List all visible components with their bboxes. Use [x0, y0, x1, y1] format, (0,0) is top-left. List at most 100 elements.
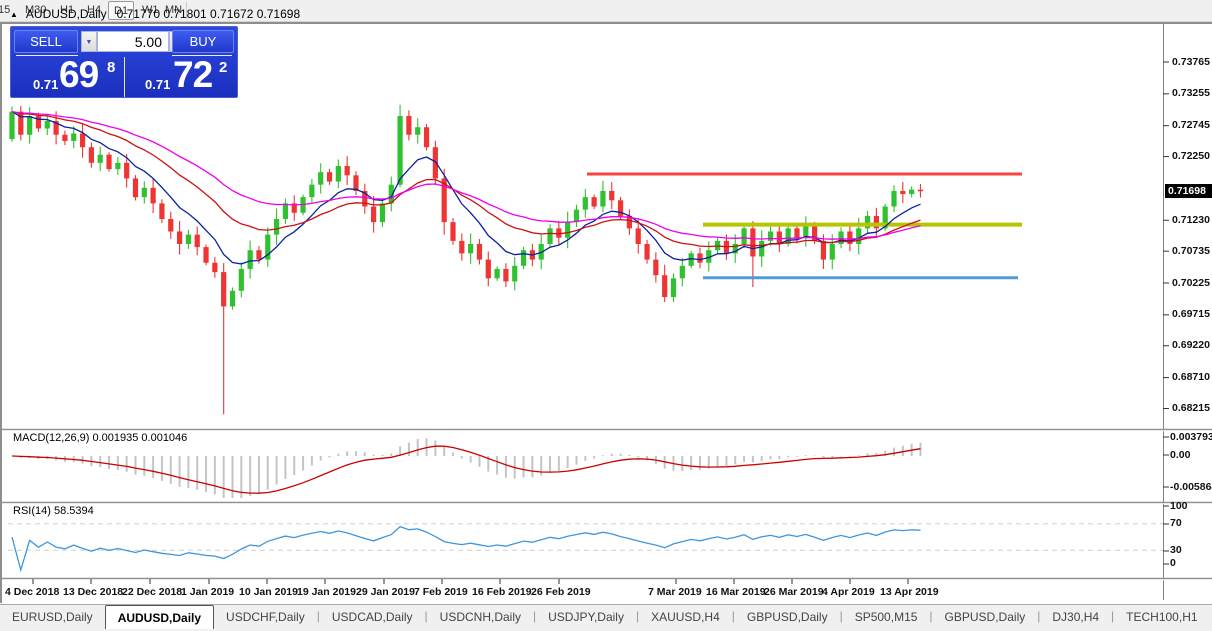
rsi-axis-label: 30	[1170, 544, 1182, 556]
rsi-label: RSI(14) 58.5394	[13, 505, 94, 517]
date-axis-label: 13 Dec 2018	[63, 586, 124, 598]
date-axis-label: 7 Feb 2019	[414, 586, 468, 598]
candle-body	[44, 120, 50, 129]
candle-body	[274, 219, 280, 235]
tab-gbpusd-daily[interactable]: GBPUSD,Daily	[933, 605, 1038, 629]
candle-body	[106, 154, 112, 170]
candle-body	[79, 133, 86, 148]
date-axis-label: 13 Apr 2019	[880, 586, 939, 598]
macd-axis-label: -0.005864	[1170, 481, 1212, 493]
tab-eurusd-daily[interactable]: EURUSD,Daily	[0, 605, 105, 629]
candle-body	[512, 265, 518, 282]
candle-body	[697, 253, 703, 263]
tab-gbpusd-daily[interactable]: GBPUSD,Daily	[735, 605, 840, 629]
candle-body	[476, 243, 483, 260]
sell-price[interactable]: 0.71 69 8	[11, 54, 123, 97]
tab-sp500-m15[interactable]: SP500,M15	[843, 605, 930, 629]
candle-body	[256, 250, 262, 260]
date-axis-label: 7 Mar 2019	[648, 586, 702, 598]
tab-xauusd-h4[interactable]: XAUUSD,H4	[639, 605, 732, 629]
candle-body	[318, 172, 324, 185]
date-axis-label: 10 Jan 2019	[239, 586, 298, 598]
candle-body	[767, 231, 774, 241]
price-axis-label: 0.68710	[1172, 371, 1210, 384]
candle-body	[662, 275, 668, 298]
date-axis-label: 16 Feb 2019	[472, 586, 532, 598]
buy-price-big-digits: 72	[173, 54, 213, 95]
tab-usdcad-daily[interactable]: USDCAD,Daily	[320, 605, 425, 629]
candle-body	[591, 197, 597, 207]
tab-audusd-daily[interactable]: AUDUSD,Daily	[104, 605, 215, 629]
candle-body	[185, 234, 191, 244]
macd-axis-label: 0.00	[1170, 449, 1191, 461]
candle-body	[565, 222, 571, 238]
candle-body	[582, 197, 588, 210]
tab-tech100-h1[interactable]: TECH100,H1	[1114, 605, 1209, 629]
price-axis-label: 0.72250	[1172, 150, 1210, 163]
candle-body	[450, 222, 456, 241]
candle-body	[238, 268, 244, 291]
buy-button[interactable]: BUY	[172, 30, 234, 53]
candle-body	[653, 259, 659, 276]
tab-usdjpy-daily[interactable]: USDJPY,Daily	[536, 605, 636, 629]
candle-body	[150, 187, 156, 204]
candle-body	[71, 133, 77, 141]
candle-body	[326, 172, 333, 182]
price-axis-label: 0.71230	[1172, 213, 1210, 226]
candle-body	[635, 228, 641, 244]
candle-body	[132, 178, 139, 198]
buy-price-prefix: 0.71	[145, 77, 171, 92]
date-axis-label: 1 Jan 2019	[181, 586, 235, 598]
volume-input[interactable]: 5.00	[97, 31, 169, 52]
collapse-indicator-icon[interactable]: ▲	[10, 10, 18, 19]
price-axis-label: 0.72745	[1172, 119, 1210, 132]
sell-price-prefix: 0.71	[33, 77, 59, 92]
sell-price-pip: 8	[107, 59, 116, 76]
candle-body	[785, 228, 791, 244]
candle-body	[9, 111, 15, 140]
candle-body	[547, 228, 553, 244]
rsi-axis-label: 100	[1170, 500, 1188, 512]
candle-body	[176, 231, 183, 244]
date-axis-label: 19 Jan 2019	[297, 586, 356, 598]
candle-body	[820, 240, 827, 260]
price-axis-label: 0.68215	[1172, 401, 1210, 414]
macd-signal-line	[11, 445, 921, 494]
candle-body	[221, 272, 227, 307]
candle-body	[573, 209, 580, 223]
sell-button[interactable]: SELL	[14, 30, 78, 53]
candle-body	[891, 190, 897, 207]
platform-window: 15M30H1H4D1W1MN ▲AUDUSD,Daily0.71770 0.7…	[0, 0, 1212, 631]
macd-axis-label: 0.003793	[1170, 431, 1212, 443]
sell-price-big-digits: 69	[59, 54, 99, 95]
candle-body	[909, 189, 915, 195]
candle-body	[124, 162, 130, 179]
tab-dj30-h4[interactable]: DJ30,H4	[1040, 605, 1111, 629]
chart-ohlc-values: 0.71770 0.71801 0.71672 0.71698	[116, 7, 301, 21]
candle-body	[27, 116, 33, 135]
price-axis-label: 0.69220	[1172, 339, 1210, 352]
candle-body	[168, 219, 174, 232]
tab-usdchf-daily[interactable]: USDCHF,Daily	[214, 605, 317, 629]
candle-body	[917, 189, 924, 192]
chart-title: ▲ AUDUSD,Daily 0.71770 0.71801 0.71672 0.7…	[10, 7, 300, 21]
symbol-tab-bar: EURUSD,Daily AUDUSD,Daily USDCHF,Daily | USD…	[0, 604, 1212, 629]
buy-price-pip: 2	[219, 59, 228, 76]
buy-price[interactable]: 0.71 72 2	[127, 54, 237, 97]
candle-body	[485, 259, 491, 279]
candle-body	[379, 203, 386, 223]
volume-decrease-button[interactable]: ▼	[81, 31, 97, 52]
candle-body	[459, 240, 465, 254]
price-axis-label: 0.70225	[1172, 276, 1210, 289]
candle-body	[194, 234, 200, 248]
candle-body	[600, 190, 606, 207]
current-price-badge: 0.71698	[1165, 184, 1212, 199]
one-click-trading-panel: SELL ▼ 5.00 ▲ BUY 0.71 69 8 0.71 72 2	[10, 26, 238, 98]
candle-body	[115, 162, 121, 170]
date-axis-label: 26 Mar 2019	[764, 586, 824, 598]
candle-body	[35, 116, 42, 129]
candle-body	[309, 184, 315, 198]
candle-body	[750, 228, 756, 257]
price-divider	[124, 57, 125, 97]
tab-usdcnh-daily[interactable]: USDCNH,Daily	[428, 605, 533, 629]
